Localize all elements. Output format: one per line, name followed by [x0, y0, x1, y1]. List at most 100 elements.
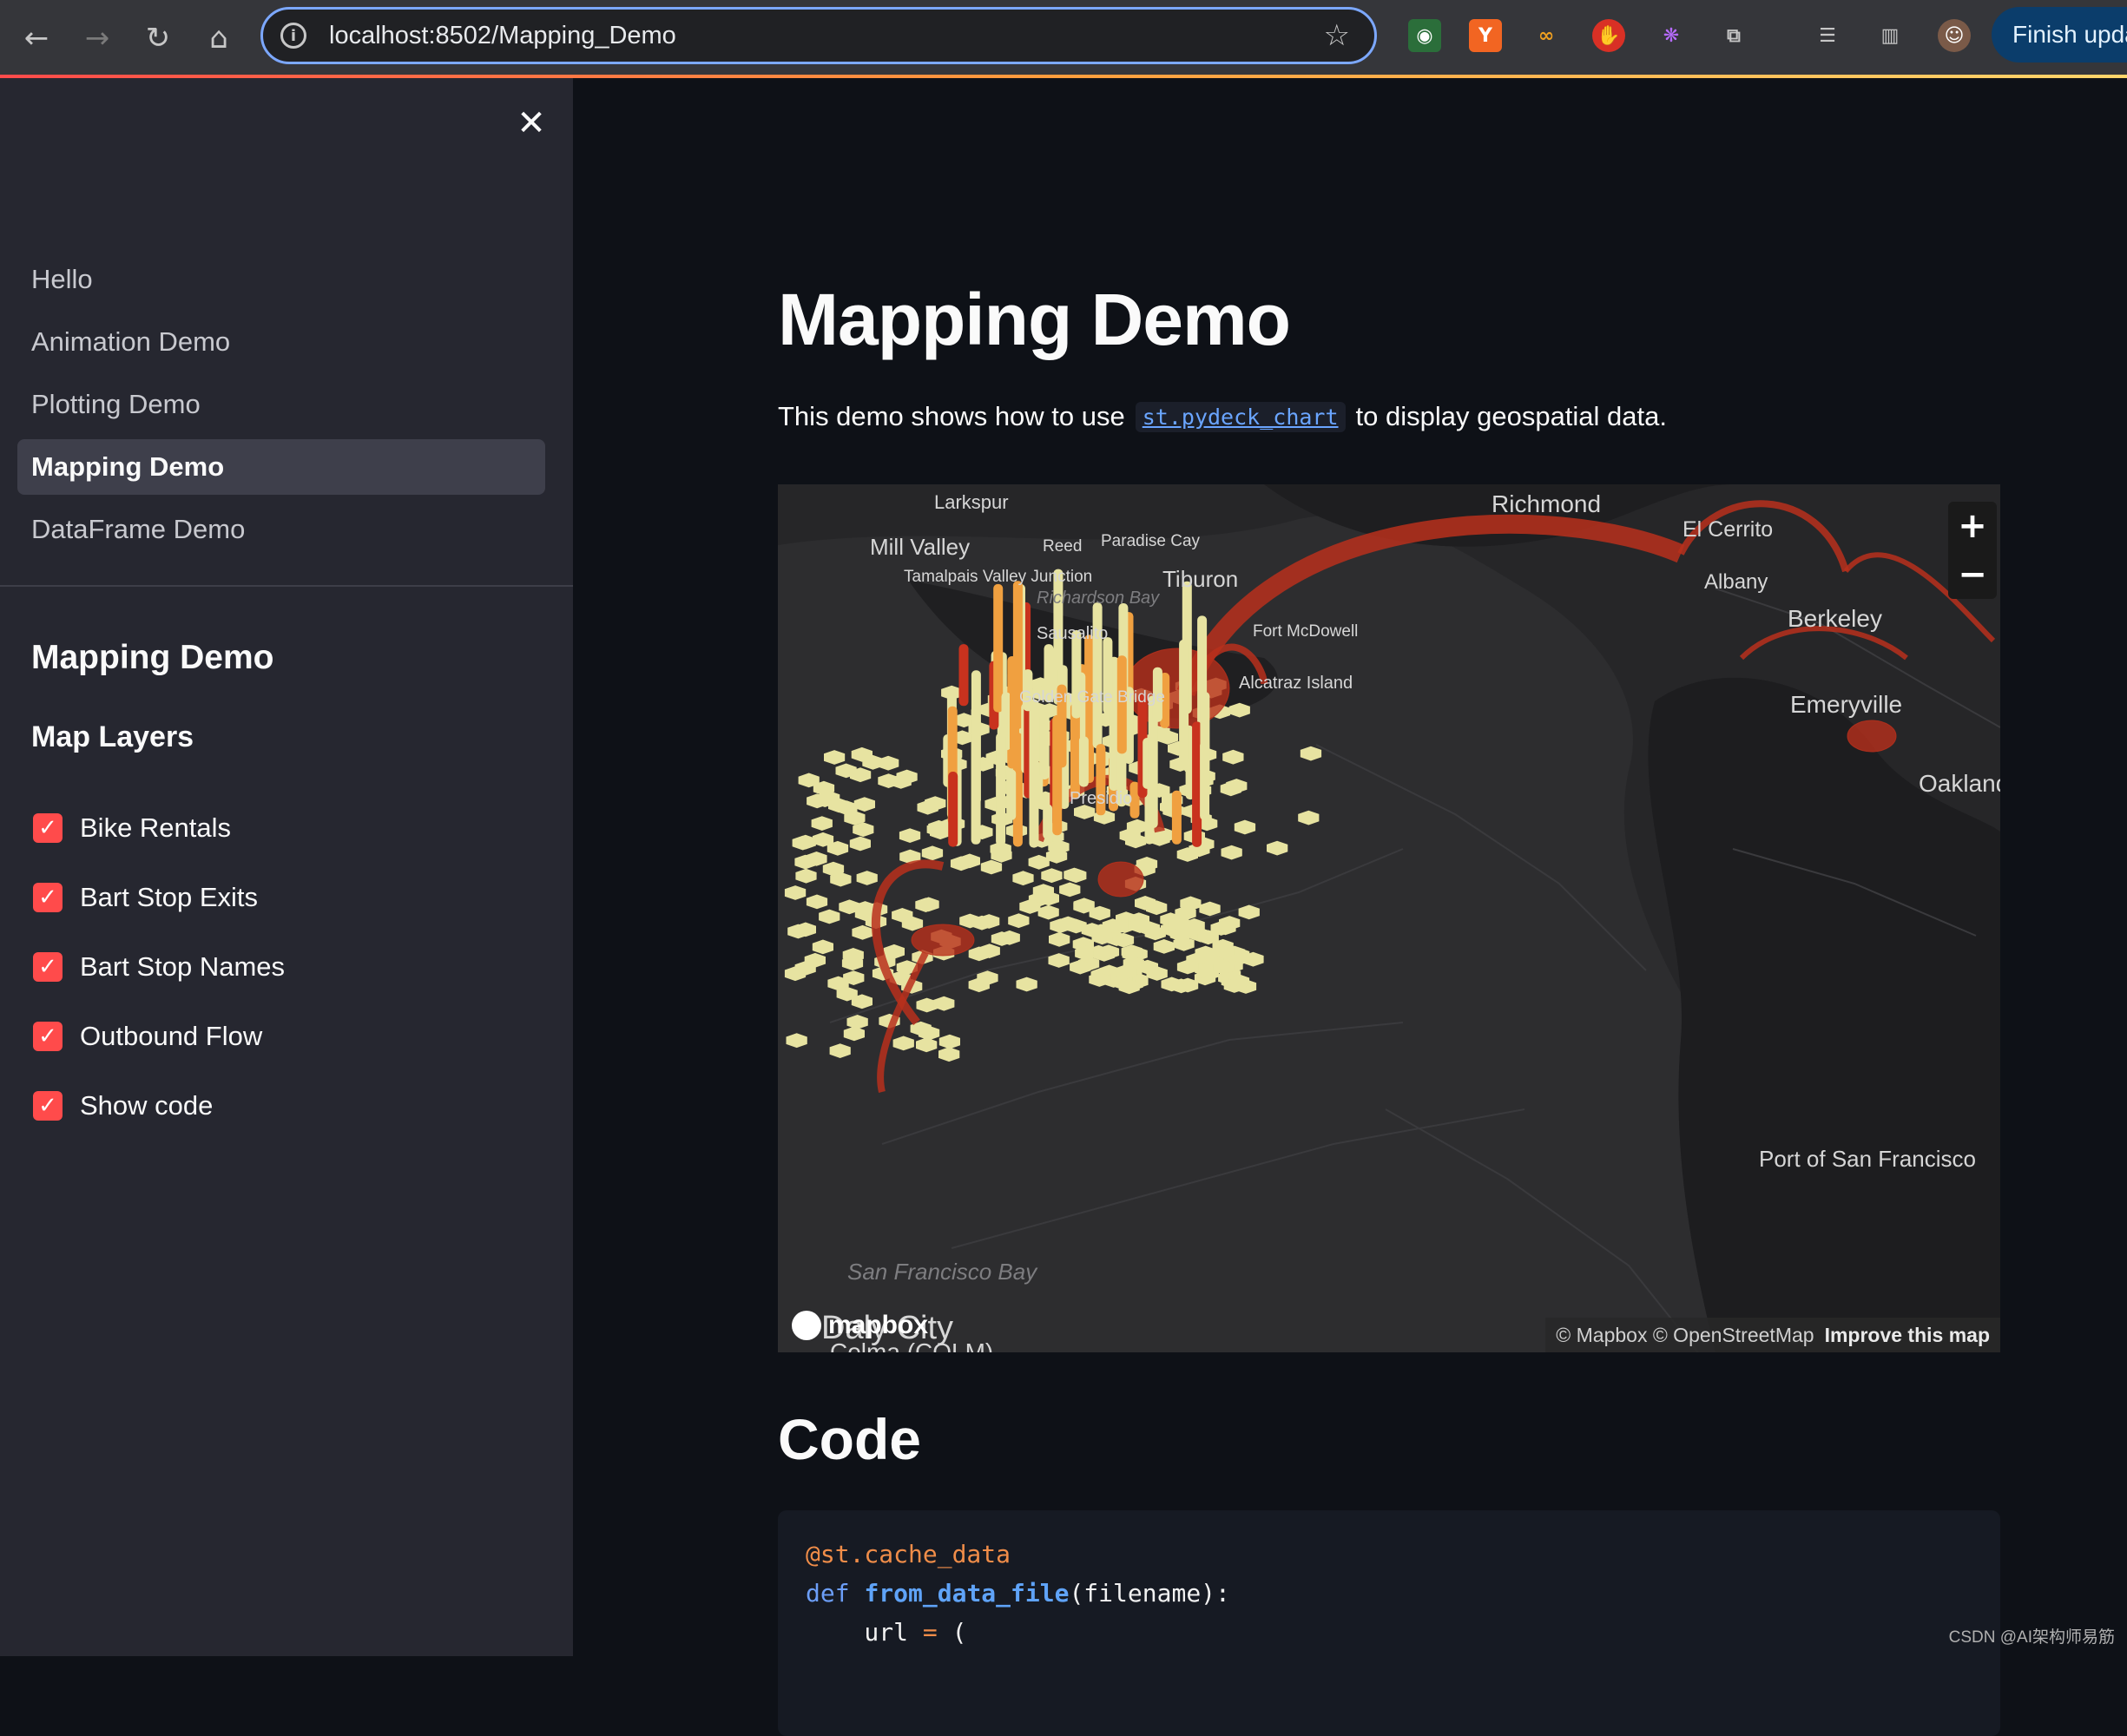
checkbox-label[interactable]: Outbound Flow: [80, 1021, 262, 1052]
finish-update-button[interactable]: Finish upda: [1992, 7, 2127, 62]
map-attribution: © Mapbox © OpenStreetMap Improve this ma…: [1545, 1318, 2000, 1352]
on-extension-icon[interactable]: ◉: [1408, 19, 1441, 52]
y-extension-icon[interactable]: Y: [1469, 19, 1502, 52]
code-line: @st.cache_data: [806, 1535, 1972, 1574]
mapbox-logo-text: mapbox: [828, 1311, 929, 1339]
map-place-label: Larkspur: [934, 491, 1009, 513]
home-icon[interactable]: ⌂: [194, 14, 243, 62]
checkmark-icon[interactable]: ✓: [33, 883, 63, 912]
profile-avatar[interactable]: ☺: [1938, 19, 1971, 52]
checkmark-icon[interactable]: ✓: [33, 952, 63, 982]
checkmark-icon[interactable]: ✓: [33, 1022, 63, 1051]
page-title: Mapping Demo: [778, 279, 1291, 360]
checkbox-bike-rentals[interactable]: ✓ Bike Rentals: [33, 793, 285, 863]
code-token: (filename):: [1069, 1579, 1230, 1608]
flow-endpoint: [1847, 720, 1897, 753]
pydeck-chart-link[interactable]: st.pydeck_chart: [1135, 401, 1346, 432]
map-place-label: Emeryville: [1790, 691, 1902, 718]
attribution-text[interactable]: © Mapbox © OpenStreetMap: [1556, 1324, 1814, 1347]
sidebar-item-dataframe-demo[interactable]: DataFrame Demo: [17, 502, 545, 557]
address-bar[interactable]: i localhost:8502/Mapping_Demo ☆: [260, 7, 1377, 64]
checkbox-bart-stop-exits[interactable]: ✓ Bart Stop Exits: [33, 863, 285, 932]
forward-icon[interactable]: →: [73, 14, 122, 62]
zoom-out-button[interactable]: −: [1948, 550, 1997, 599]
sidebar-item-hello[interactable]: Hello: [17, 252, 545, 307]
map-place-label: Sausalito: [1037, 624, 1108, 643]
map-place-label: Reed: [1043, 537, 1082, 556]
flow-endpoint: [1097, 861, 1144, 898]
code-token: (: [937, 1618, 967, 1647]
code-heading: Code: [778, 1407, 921, 1471]
side-panel-icon[interactable]: ▥: [1873, 19, 1906, 52]
map-place-label: Colma (COLM): [830, 1338, 993, 1352]
url-text[interactable]: localhost:8502/Mapping_Demo: [329, 22, 676, 50]
checkbox-label[interactable]: Show code: [80, 1090, 213, 1121]
hand-extension-icon[interactable]: ✋: [1592, 19, 1625, 52]
map-place-label: Richmond: [1492, 490, 1601, 517]
checkbox-label[interactable]: Bike Rentals: [80, 812, 231, 844]
code-token: def: [806, 1579, 865, 1608]
sidebar-item-animation-demo[interactable]: Animation Demo: [17, 314, 545, 370]
layer-checkboxes: ✓ Bike Rentals ✓ Bart Stop Exits ✓ Bart …: [33, 793, 285, 1141]
improve-map-link[interactable]: Improve this map: [1825, 1324, 1990, 1347]
sidebar: ✕ Hello Animation Demo Plotting Demo Map…: [0, 78, 573, 1656]
zoom-controls: + −: [1948, 502, 1997, 599]
checkbox-label[interactable]: Bart Stop Exits: [80, 882, 258, 913]
flow-endpoint: [911, 924, 975, 957]
checkbox-label[interactable]: Bart Stop Names: [80, 951, 285, 983]
co-extension-icon[interactable]: ∞: [1530, 19, 1563, 52]
map-place-label: El Cerrito: [1683, 517, 1773, 542]
sidebar-nav: Hello Animation Demo Plotting Demo Mappi…: [17, 252, 545, 564]
bart-exit-column: [971, 706, 981, 845]
map-place-label: Oakland: [1919, 770, 2000, 797]
puzzle-icon[interactable]: ⧉: [1717, 19, 1750, 52]
zoom-in-button[interactable]: +: [1948, 502, 1997, 550]
sidebar-item-mapping-demo[interactable]: Mapping Demo: [17, 439, 545, 495]
bookmark-star-icon[interactable]: ☆: [1324, 18, 1350, 53]
bart-exit-column: [958, 644, 969, 707]
checkbox-show-code[interactable]: ✓ Show code: [33, 1071, 285, 1141]
pydeck-map[interactable]: Larkspur Richmond El Cerrito Mill Valley Ree…: [778, 484, 2000, 1352]
map-place-label: Richardson Bay: [1037, 589, 1160, 608]
map-place-label: San Francisco Bay: [847, 1259, 1038, 1285]
mapbox-logo-icon: [792, 1311, 821, 1340]
checkbox-bart-stop-names[interactable]: ✓ Bart Stop Names: [33, 932, 285, 1002]
checkbox-outbound-flow[interactable]: ✓ Outbound Flow: [33, 1002, 285, 1071]
csdn-watermark: CSDN @AI架构师易筋: [1948, 1628, 2115, 1647]
bart-exit-column: [993, 583, 1004, 713]
close-sidebar-icon[interactable]: ✕: [512, 103, 550, 143]
map-place-label: Berkeley: [1788, 605, 1882, 632]
map-place-label: Presidio: [1070, 789, 1132, 808]
browser-toolbar: ← → ↻ ⌂ i localhost:8502/Mapping_Demo ☆ …: [0, 0, 2127, 78]
bart-exit-column: [1010, 669, 1019, 753]
bart-exit-column: [1052, 715, 1063, 836]
code-line: url = (: [806, 1613, 1972, 1652]
reading-list-icon[interactable]: ☰: [1811, 19, 1844, 52]
checkmark-icon[interactable]: ✓: [33, 1091, 63, 1121]
intro-after: to display geospatial data.: [1355, 401, 1667, 431]
bart-exit-column: [1043, 804, 1053, 839]
map-place-label: Mill Valley: [870, 534, 970, 560]
bart-exit-column: [1039, 712, 1050, 779]
site-info-icon[interactable]: i: [280, 23, 306, 49]
bart-exit-column: [1179, 639, 1189, 763]
map-place-label: Alcatraz Island: [1239, 674, 1353, 693]
mapbox-logo[interactable]: mapbox: [792, 1311, 928, 1340]
code-token: url: [806, 1618, 923, 1647]
map-place-label: Tiburon: [1162, 566, 1238, 592]
brain-extension-icon[interactable]: ❋: [1655, 19, 1688, 52]
main-content: Mapping Demo This demo shows how to use …: [573, 78, 2127, 1736]
bart-exit-column: [996, 733, 1006, 846]
code-block[interactable]: @st.cache_datadef from_data_file(filenam…: [778, 1510, 2000, 1736]
map-place-label: Paradise Cay: [1101, 532, 1201, 550]
code-token: from_data_file: [864, 1579, 1070, 1608]
map-place-label: Albany: [1704, 570, 1768, 594]
map-place-label: Golden Gate Bridge: [1019, 688, 1165, 707]
checkmark-icon[interactable]: ✓: [33, 813, 63, 843]
map-layers-heading: Map Layers: [31, 720, 194, 753]
map-canvas[interactable]: Larkspur Richmond El Cerrito Mill Valley Ree…: [778, 484, 2000, 1352]
map-place-label: Fort McDowell: [1253, 622, 1358, 641]
reload-icon[interactable]: ↻: [134, 14, 182, 62]
back-icon[interactable]: ←: [12, 14, 61, 62]
sidebar-item-plotting-demo[interactable]: Plotting Demo: [17, 377, 545, 432]
